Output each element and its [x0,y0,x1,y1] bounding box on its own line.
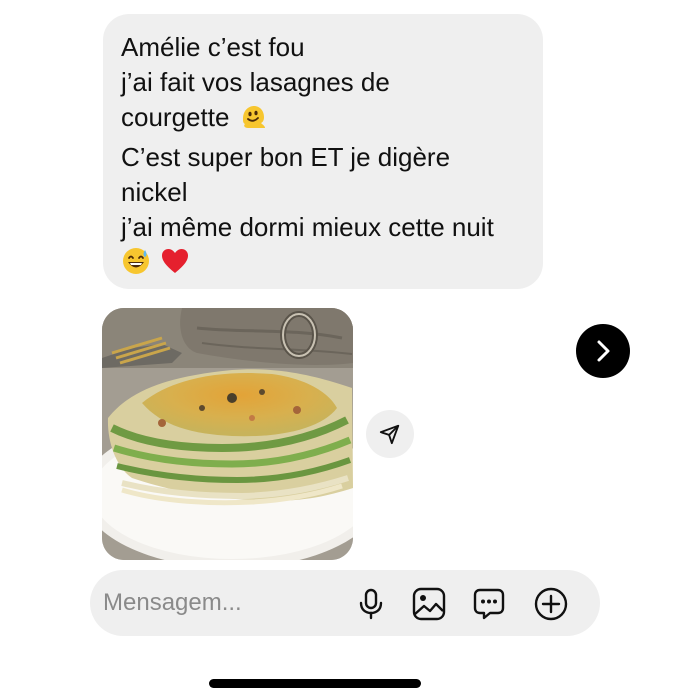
message-line: j’ai même dormi mieux cette nuit [121,212,494,242]
grinning-sweat-face-emoji-icon [121,246,151,285]
home-indicator[interactable] [209,679,421,688]
lasagna-photo-attachment[interactable] [102,308,353,560]
image-icon[interactable] [409,584,449,624]
chevron-right-icon [597,340,610,362]
microphone-icon[interactable] [351,584,391,624]
chat-screen: Amélie c’est fou j’ai fait vos lasagnes … [0,0,700,700]
emoji-row [121,245,525,285]
plus-circle-icon[interactable] [531,584,571,624]
message-composer [90,570,600,636]
message-line: nickel [121,177,188,207]
message-line: C’est super bon ET je digère [121,142,451,172]
message-bubble-icon[interactable] [469,584,509,624]
melting-face-emoji-icon [239,103,267,140]
send-paper-plane-icon [379,424,400,445]
message-line: j’ai fait vos lasagnes de [121,67,390,97]
red-heart-emoji-icon [160,246,190,285]
message-line: courgette [121,102,230,132]
next-button[interactable] [576,324,630,378]
share-button[interactable] [366,410,414,458]
message-line: Amélie c’est fou [121,32,305,62]
incoming-message-bubble[interactable]: Amélie c’est fou j’ai fait vos lasagnes … [103,14,543,289]
message-input[interactable] [103,584,323,622]
message-line-with-emoji: courgette [121,100,525,140]
